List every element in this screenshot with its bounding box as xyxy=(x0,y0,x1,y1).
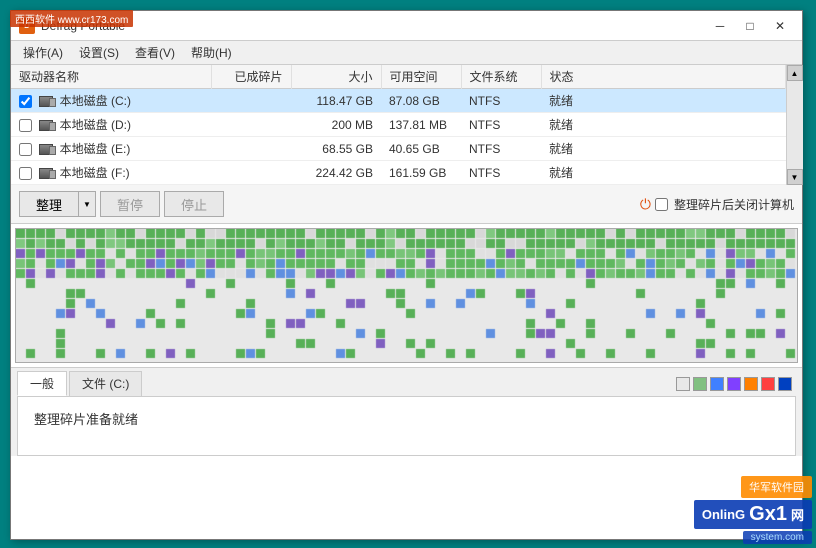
drive-icon-0 xyxy=(39,96,53,107)
drive-table: 驱动器名称 已成碎片 大小 可用空间 文件系统 状态 本地磁盘 (C:) xyxy=(11,65,786,185)
drive-fs-cell-1: NTFS xyxy=(461,113,541,137)
drive-name-cell: 本地磁盘 (C:) xyxy=(11,89,211,113)
drive-status-cell-2: 就绪 xyxy=(541,137,786,161)
drive-list-content: 驱动器名称 已成碎片 大小 可用空间 文件系统 状态 本地磁盘 (C:) xyxy=(11,65,786,185)
menu-view[interactable]: 查看(V) xyxy=(127,42,183,63)
legend-color-1 xyxy=(693,377,707,391)
drive-name-cell: 本地磁盘 (D:) xyxy=(11,113,211,137)
title-bar-buttons: ─ □ ✕ xyxy=(706,16,794,36)
col-header-name: 驱动器名称 xyxy=(11,65,211,89)
legend-color-3 xyxy=(727,377,741,391)
drive-free-cell-1: 137.81 MB xyxy=(381,113,461,137)
drive-icon-2 xyxy=(39,144,53,155)
drive-fragmented-cell-2 xyxy=(211,137,291,161)
legend-color-4 xyxy=(744,377,758,391)
site-badge: 西西软件 www.cr173.com xyxy=(10,10,133,27)
drive-scrollbar[interactable]: ▲ ▼ xyxy=(786,65,802,185)
drive-size-cell-3: 224.42 GB xyxy=(291,161,381,185)
toolbar: 整理 ▼ 暂停 停止 ⏻ 整理碎片后关闭计算机 xyxy=(11,185,802,224)
scroll-down-btn[interactable]: ▼ xyxy=(787,169,803,185)
drive-checkbox-1[interactable] xyxy=(19,119,32,132)
drive-name-cell: 本地磁盘 (E:) xyxy=(11,137,211,161)
close-button[interactable]: ✕ xyxy=(766,16,794,36)
shutdown-area: ⏻ 整理碎片后关闭计算机 xyxy=(640,196,794,213)
legend-color-6 xyxy=(778,377,792,391)
defrag-button[interactable]: 整理 xyxy=(19,191,78,217)
desktop: 西西软件 www.cr173.com D Defrag Portable ─ □… xyxy=(0,0,816,548)
stop-button[interactable]: 停止 xyxy=(164,191,224,217)
drive-size-cell-2: 68.55 GB xyxy=(291,137,381,161)
menu-help[interactable]: 帮助(H) xyxy=(183,42,240,63)
legend-color-0 xyxy=(676,377,690,391)
drive-status-cell-0: 就绪 xyxy=(541,89,786,113)
drive-size-cell-0: 118.47 GB xyxy=(291,89,381,113)
col-header-free: 可用空间 xyxy=(381,65,461,89)
legend-color-5 xyxy=(761,377,775,391)
disk-map xyxy=(15,228,798,363)
drive-free-cell-0: 87.08 GB xyxy=(381,89,461,113)
viz-area xyxy=(11,224,802,367)
table-row[interactable]: 本地磁盘 (E:) 68.55 GB 40.65 GB NTFS 就绪 xyxy=(11,137,786,161)
tabs-section: 一般 文件 (C:) 整理碎片准备就绪 xyxy=(11,367,802,456)
drive-status-cell-3: 就绪 xyxy=(541,161,786,185)
menu-settings[interactable]: 设置(S) xyxy=(71,42,127,63)
menu-operate[interactable]: 操作(A) xyxy=(15,42,71,63)
col-header-size: 大小 xyxy=(291,65,381,89)
drive-icon-3 xyxy=(39,168,53,179)
scroll-up-btn[interactable]: ▲ xyxy=(787,65,803,81)
tabs-content: 整理碎片准备就绪 xyxy=(17,396,796,456)
scrollbar-track xyxy=(787,81,803,169)
drive-checkbox-3[interactable] xyxy=(19,167,32,180)
tabs-header: 一般 文件 (C:) xyxy=(11,368,802,396)
col-header-fs: 文件系统 xyxy=(461,65,541,89)
maximize-button[interactable]: □ xyxy=(736,16,764,36)
drive-fragmented-cell-1 xyxy=(211,113,291,137)
disk-canvas xyxy=(16,229,798,363)
drive-icon-1 xyxy=(39,120,53,131)
drive-list-section: 驱动器名称 已成碎片 大小 可用空间 文件系统 状态 本地磁盘 (C:) xyxy=(11,65,802,185)
table-row[interactable]: 本地磁盘 (D:) 200 MB 137.81 MB NTFS 就绪 xyxy=(11,113,786,137)
power-icon: ⏻ xyxy=(640,196,651,213)
drive-free-cell-2: 40.65 GB xyxy=(381,137,461,161)
table-row[interactable]: 本地磁盘 (F:) 224.42 GB 161.59 GB NTFS 就绪 xyxy=(11,161,786,185)
pause-button[interactable]: 暂停 xyxy=(100,191,160,217)
drive-fs-cell-2: NTFS xyxy=(461,137,541,161)
drive-fs-cell-0: NTFS xyxy=(461,89,541,113)
drive-fs-cell-3: NTFS xyxy=(461,161,541,185)
main-window: D Defrag Portable ─ □ ✕ 操作(A) 设置(S) 查看(V… xyxy=(10,10,803,540)
tab-files[interactable]: 文件 (C:) xyxy=(69,371,142,396)
drive-free-cell-3: 161.59 GB xyxy=(381,161,461,185)
status-text: 整理碎片准备就绪 xyxy=(34,405,779,432)
drive-checkbox-2[interactable] xyxy=(19,143,32,156)
menu-bar: 操作(A) 设置(S) 查看(V) 帮助(H) xyxy=(11,41,802,65)
tab-general[interactable]: 一般 xyxy=(17,371,67,396)
drive-checkbox-0[interactable] xyxy=(19,95,32,108)
tabs-list: 一般 文件 (C:) xyxy=(17,371,144,396)
drive-status-cell-1: 就绪 xyxy=(541,113,786,137)
legend-area xyxy=(676,377,796,391)
drive-fragmented-cell-3 xyxy=(211,161,291,185)
minimize-button[interactable]: ─ xyxy=(706,16,734,36)
legend-color-2 xyxy=(710,377,724,391)
shutdown-label: 整理碎片后关闭计算机 xyxy=(674,196,794,213)
defrag-button-group: 整理 ▼ xyxy=(19,191,96,217)
drive-fragmented-cell-0 xyxy=(211,89,291,113)
shutdown-checkbox[interactable] xyxy=(655,198,668,211)
col-header-fragmented: 已成碎片 xyxy=(211,65,291,89)
drive-name-cell: 本地磁盘 (F:) xyxy=(11,161,211,185)
table-header-row: 驱动器名称 已成碎片 大小 可用空间 文件系统 状态 xyxy=(11,65,786,89)
drive-size-cell-1: 200 MB xyxy=(291,113,381,137)
table-row[interactable]: 本地磁盘 (C:) 118.47 GB 87.08 GB NTFS 就绪 xyxy=(11,89,786,113)
defrag-dropdown-button[interactable]: ▼ xyxy=(78,191,96,217)
col-header-status: 状态 xyxy=(541,65,786,89)
